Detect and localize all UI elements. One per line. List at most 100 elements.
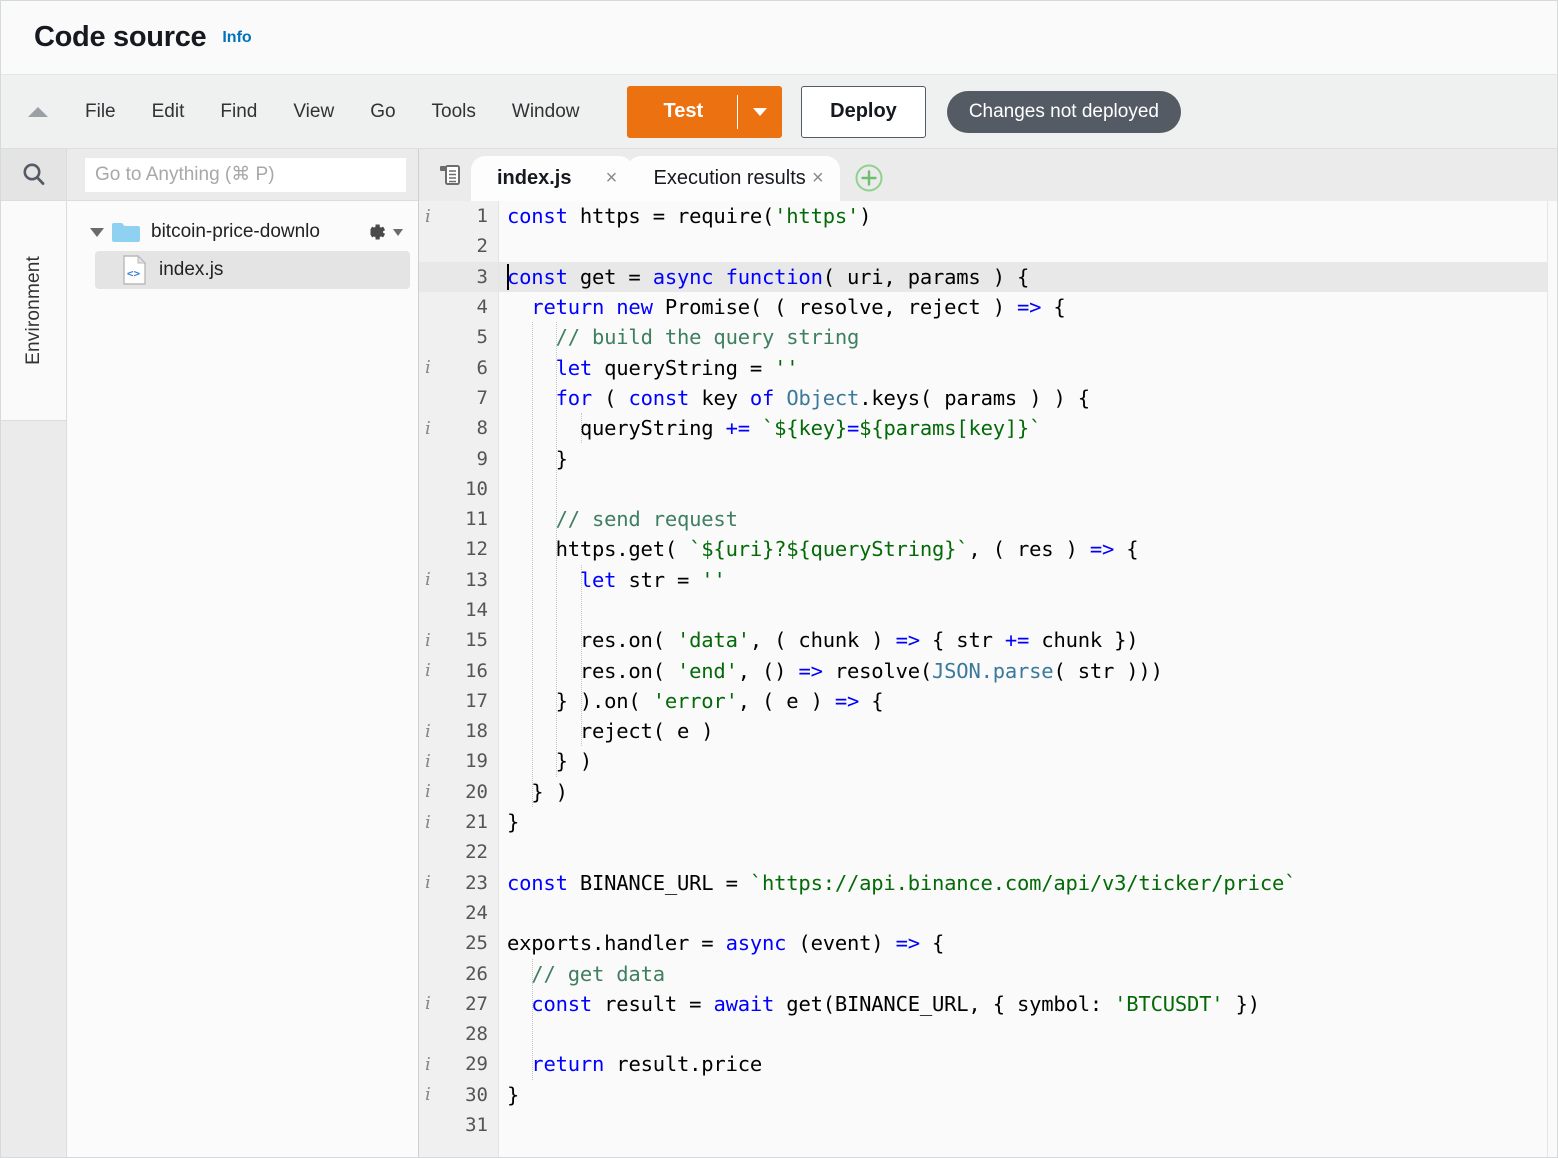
- info-link[interactable]: Info: [222, 29, 251, 47]
- menu-item-edit[interactable]: Edit: [134, 95, 203, 129]
- info-marker-icon[interactable]: i: [425, 206, 431, 227]
- code-token: (event): [786, 931, 896, 956]
- code-source-panel: Code source Info File Edit Find View Go …: [0, 0, 1558, 1158]
- code-line[interactable]: let str = '': [499, 565, 1557, 595]
- go-to-anything-input[interactable]: [85, 157, 406, 192]
- code-token: // send request: [555, 507, 738, 532]
- code-line[interactable]: const BINANCE_URL = `https://api.binance…: [499, 868, 1557, 898]
- code-line[interactable]: https.get( `${uri}?${queryString}`, ( re…: [499, 534, 1557, 564]
- code-line[interactable]: [499, 837, 1557, 867]
- code-line[interactable]: res.on( 'end', () => resolve(JSON.parse(…: [499, 655, 1557, 685]
- line-number: i 29: [425, 1053, 488, 1076]
- test-button[interactable]: Test: [627, 85, 783, 138]
- code-line[interactable]: }: [499, 807, 1557, 837]
- line-number: 26: [465, 962, 488, 985]
- tab-execution-results[interactable]: Execution results ×: [627, 156, 840, 201]
- code-line[interactable]: const result = await get(BINANCE_URL, { …: [499, 989, 1557, 1019]
- plus-circle-icon[interactable]: [852, 161, 886, 195]
- tab-index-js[interactable]: index.js ×: [471, 156, 634, 201]
- code-token: str =: [616, 567, 702, 592]
- info-marker-icon[interactable]: i: [425, 993, 431, 1014]
- code-line[interactable]: res.on( 'data', ( chunk ) => { str += ch…: [499, 625, 1557, 655]
- code-line[interactable]: const https = require('https'): [499, 201, 1557, 231]
- search-icon[interactable]: [1, 149, 66, 201]
- code-line[interactable]: let queryString = '': [499, 352, 1557, 382]
- line-number: 7: [476, 386, 488, 409]
- code-token: ( uri, params ) {: [822, 264, 1030, 289]
- code-token: https =: [567, 204, 677, 229]
- menu-item-go[interactable]: Go: [352, 95, 413, 129]
- tree-folder-row[interactable]: bitcoin-price-downlo: [67, 213, 418, 251]
- menu-item-window[interactable]: Window: [494, 95, 598, 129]
- file-name: index.js: [159, 259, 224, 280]
- line-number-gutter: i 1 2 3 4 5 i 6 7 i 8 9 10 11 12 i 13 14 i 15 i 16 17 i 18 i 19 i 20…: [419, 201, 499, 1157]
- code-line[interactable]: const get = async function( uri, params …: [499, 261, 1557, 292]
- code-line[interactable]: exports.handler = async (event) => {: [499, 928, 1557, 958]
- line-number: i 20: [425, 780, 488, 803]
- tab-index-js-close-icon[interactable]: ×: [601, 167, 621, 190]
- code-token: }): [1223, 991, 1260, 1016]
- menu-item-view[interactable]: View: [275, 95, 352, 129]
- menu-item-file[interactable]: File: [67, 95, 134, 129]
- code-line[interactable]: reject( e ): [499, 716, 1557, 746]
- line-number: i 23: [425, 871, 488, 894]
- menu-item-find[interactable]: Find: [202, 95, 275, 129]
- menu-item-tools[interactable]: Tools: [414, 95, 494, 129]
- code-line[interactable]: return result.price: [499, 1049, 1557, 1079]
- deploy-button[interactable]: Deploy: [801, 85, 926, 138]
- code-token: }: [507, 1082, 520, 1107]
- info-marker-icon[interactable]: i: [425, 872, 431, 893]
- info-marker-icon[interactable]: i: [425, 630, 431, 651]
- info-marker-icon[interactable]: i: [425, 569, 431, 590]
- info-marker-icon[interactable]: i: [425, 812, 431, 833]
- info-marker-icon[interactable]: i: [425, 660, 431, 681]
- folder-settings-button[interactable]: [362, 219, 418, 245]
- code-line[interactable]: for ( const key of Object .keys( params )…: [499, 383, 1557, 413]
- info-marker-icon[interactable]: i: [425, 721, 431, 742]
- code-token: `${key}: [762, 416, 848, 441]
- code-line[interactable]: [499, 1019, 1557, 1049]
- code-token: =>: [895, 931, 920, 956]
- code-line[interactable]: // get data: [499, 958, 1557, 988]
- tree-file-row-index-js[interactable]: <> index.js: [95, 251, 410, 289]
- info-marker-icon[interactable]: i: [425, 781, 431, 802]
- code-line[interactable]: queryString += `${key} = ${params[key]}`: [499, 413, 1557, 443]
- code-line[interactable]: [499, 595, 1557, 625]
- environment-tab[interactable]: Environment: [1, 201, 66, 421]
- code-line[interactable]: } ).on( 'error', ( e ) => {: [499, 686, 1557, 716]
- test-dropdown-caret-icon[interactable]: [738, 86, 782, 138]
- info-marker-icon[interactable]: i: [425, 1084, 431, 1105]
- collapse-caret-icon[interactable]: [23, 97, 53, 127]
- code-line[interactable]: // send request: [499, 504, 1557, 534]
- code-line[interactable]: }: [499, 1080, 1557, 1110]
- code-line[interactable]: [499, 898, 1557, 928]
- info-marker-icon[interactable]: i: [425, 1054, 431, 1075]
- code-token: , ( chunk ): [749, 628, 896, 653]
- info-marker-icon[interactable]: i: [425, 751, 431, 772]
- folder-caret-down-icon[interactable]: [89, 227, 111, 238]
- code-token: , (): [737, 658, 799, 683]
- info-marker-icon[interactable]: i: [425, 357, 431, 378]
- code-line[interactable]: [499, 474, 1557, 504]
- code-line[interactable]: [499, 231, 1557, 261]
- code-line[interactable]: // build the query string: [499, 322, 1557, 352]
- tab-execution-results-close-icon[interactable]: ×: [808, 167, 828, 190]
- code-line[interactable]: } ): [499, 746, 1557, 776]
- code-line[interactable]: return new Promise( ( resolve, reject ) …: [499, 292, 1557, 322]
- info-marker-icon[interactable]: i: [425, 418, 431, 439]
- document-list-icon[interactable]: [429, 149, 471, 201]
- vertical-scrollbar[interactable]: [1547, 201, 1557, 1157]
- code-token: ( str ))): [1053, 658, 1163, 683]
- indent-guide: [580, 564, 582, 747]
- indent-guide: [531, 322, 533, 807]
- code-line[interactable]: } ): [499, 777, 1557, 807]
- code-content[interactable]: const https = require('https') const get…: [499, 201, 1557, 1157]
- toolbar-actions: Test Deploy Changes not deployed: [627, 85, 1181, 138]
- line-number: 12: [465, 538, 488, 561]
- file-tree-search-bar: [67, 149, 418, 201]
- code-line[interactable]: }: [499, 443, 1557, 473]
- code-line[interactable]: [499, 1110, 1557, 1140]
- code-token: , ( res ): [968, 537, 1090, 562]
